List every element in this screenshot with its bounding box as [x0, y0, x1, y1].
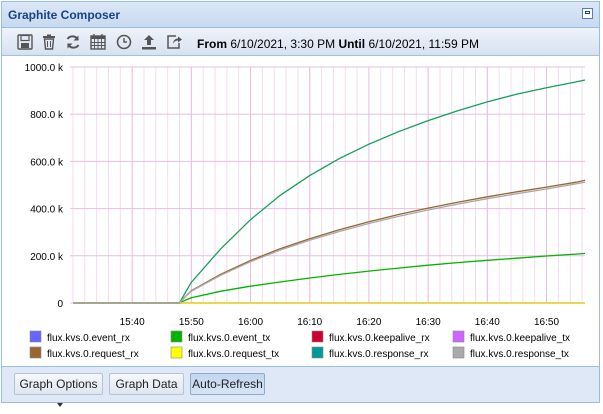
legend-label: flux.kvs.0.request_tx [188, 349, 279, 360]
upload-icon[interactable] [139, 32, 159, 52]
calendar-icon[interactable] [88, 32, 108, 52]
window-titlebar: Graphite Composer [2, 2, 599, 28]
legend-swatch [29, 330, 42, 343]
graph-image: 0 200.0 k 400.0 k 600.0 k 800.0 k 1000.0 k 15:… [25, 63, 586, 360]
legend-swatch [311, 330, 324, 343]
window-title: Graphite Composer [8, 8, 121, 22]
until-value: 6/10/2021, 11:59 PM [368, 37, 479, 51]
legend-label: flux.kvs.0.response_tx [470, 349, 569, 360]
legend-label: flux.kvs.0.response_rx [329, 349, 429, 360]
legend-label: flux.kvs.0.keepalive_rx [329, 333, 430, 344]
legend-label: flux.kvs.0.event_tx [188, 333, 270, 344]
legend-swatch [311, 346, 324, 359]
clock-icon[interactable] [114, 32, 134, 52]
x-tick-label: 16:30 [416, 317, 441, 328]
save-icon[interactable] [15, 32, 35, 52]
trash-icon[interactable] [39, 32, 59, 52]
legend-label: flux.kvs.0.keepalive_tx [470, 333, 570, 344]
y-tick-label: 800.0 k [30, 110, 64, 121]
x-tick-label: 16:40 [475, 317, 500, 328]
legend-swatch [170, 330, 183, 343]
auto-refresh-button[interactable]: Auto-Refresh [190, 373, 265, 395]
graph-area: 0 200.0 k 400.0 k 600.0 k 800.0 k 1000.0 k 15:… [2, 56, 599, 367]
legend-swatch [452, 346, 465, 359]
share-icon[interactable] [164, 32, 184, 52]
from-value: 6/10/2021, 3:30 PM [230, 37, 336, 51]
y-tick-label: 1000.0 k [25, 63, 64, 74]
time-range: From 6/10/2021, 3:30 PM Until 6/10/2021,… [197, 37, 479, 51]
x-tick-label: 15:40 [120, 317, 145, 328]
x-tick-label: 16:50 [534, 317, 559, 328]
graph-data-label: Graph Data [115, 377, 178, 391]
y-tick-label: 600.0 k [30, 157, 64, 168]
plot-background [70, 67, 585, 303]
chevron-down-icon [57, 402, 63, 407]
legend-swatch [170, 346, 183, 359]
x-tick-label: 16:20 [356, 317, 381, 328]
x-tick-label: 16:00 [238, 317, 263, 328]
toolbar: From 6/10/2021, 3:30 PM Until 6/10/2021,… [2, 28, 599, 56]
y-tick-label: 0 [57, 299, 63, 310]
graph-options-button[interactable]: Graph Options [14, 373, 103, 407]
bottom-toolbar: Graph Options Graph Data Auto-Refresh [2, 367, 599, 407]
legend-swatch [452, 330, 465, 343]
refresh-icon[interactable] [63, 32, 83, 52]
legend-label: flux.kvs.0.event_rx [47, 333, 130, 344]
legend-label: flux.kvs.0.request_rx [47, 349, 139, 360]
from-label: From [197, 37, 227, 51]
graph-data-button[interactable]: Graph Data [109, 373, 184, 395]
auto-refresh-label: Auto-Refresh [192, 377, 263, 391]
x-tick-label: 16:10 [297, 317, 322, 328]
legend-swatch [29, 346, 42, 359]
y-tick-label: 400.0 k [30, 205, 64, 216]
x-tick-label: 15:50 [179, 317, 204, 328]
y-tick-label: 200.0 k [30, 252, 64, 263]
graph-options-label: Graph Options [19, 377, 98, 391]
collapse-icon[interactable] [582, 8, 593, 19]
until-label: Until [338, 37, 366, 51]
graphite-composer-window: Graphite Composer From 6/10/2021, 3:30 P… [1, 1, 600, 407]
